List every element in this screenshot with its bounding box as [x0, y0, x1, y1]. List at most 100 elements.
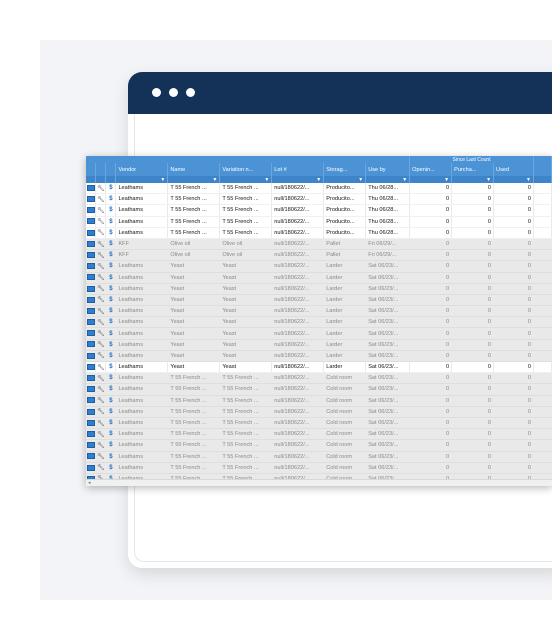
wrench-icon[interactable]: 🔧︎	[97, 353, 105, 359]
record-icon[interactable]	[86, 341, 95, 348]
dollar-icon[interactable]: $	[109, 308, 112, 314]
wrench-icon[interactable]: 🔧︎	[97, 197, 105, 203]
dollar-icon[interactable]: $	[109, 297, 112, 303]
dollar-icon[interactable]: $	[109, 364, 112, 370]
record-icon[interactable]	[86, 184, 95, 191]
filter-icon[interactable]: ▼	[271, 176, 325, 183]
edit-cell[interactable]: 🔧︎	[95, 428, 107, 441]
wrench-icon[interactable]: 🔧︎	[97, 465, 105, 471]
edit-cell[interactable]: 🔧︎	[95, 383, 107, 396]
table-row[interactable]: 🔧︎$LeathamsT 55 French ...T 55 French ..…	[86, 383, 552, 396]
dollar-icon[interactable]: $	[109, 331, 112, 337]
price-cell[interactable]: $	[105, 350, 117, 363]
edit-cell[interactable]: 🔧︎	[95, 183, 107, 195]
record-icon[interactable]	[86, 375, 95, 382]
record-icon[interactable]	[86, 240, 95, 247]
dollar-icon[interactable]: $	[109, 342, 112, 348]
price-cell[interactable]: $	[105, 372, 117, 385]
edit-cell[interactable]: 🔧︎	[95, 260, 107, 273]
wrench-icon[interactable]: 🔧︎	[97, 186, 105, 192]
horizontal-scrollbar[interactable]: ◂	[86, 479, 552, 486]
record-cell[interactable]	[86, 249, 97, 262]
dollar-icon[interactable]: $	[109, 196, 112, 202]
wrench-icon[interactable]: 🔧︎	[97, 309, 105, 315]
price-cell[interactable]: $	[105, 406, 117, 418]
table-row[interactable]: 🔧︎ $ Leathams Yeast Yeast null/180622/... Lard…	[86, 305, 552, 318]
price-cell[interactable]: $	[105, 216, 117, 228]
dollar-icon[interactable]: $	[109, 252, 112, 258]
table-row[interactable]: 🔧︎ $ Leathams Yeast Yeast null/180622/... Lard…	[86, 339, 552, 351]
edit-cell[interactable]: 🔧︎	[95, 417, 107, 430]
dollar-icon[interactable]: $	[109, 286, 112, 292]
table-row[interactable]: 🔧︎ $ Leathams Yeast Yeast null/180622/... Lard…	[86, 260, 552, 273]
table-row[interactable]: 🔧︎ $ KFF Olive oil Olive oil null/180622/... P…	[86, 249, 552, 262]
filter-icon[interactable]: ▼	[115, 176, 169, 183]
record-icon[interactable]	[86, 430, 95, 437]
record-icon[interactable]	[86, 330, 95, 337]
edit-cell[interactable]: 🔧︎	[95, 462, 107, 474]
wrench-icon[interactable]: 🔧︎	[97, 264, 105, 270]
dollar-icon[interactable]: $	[109, 185, 112, 191]
price-cell[interactable]: $	[105, 305, 117, 318]
record-cell[interactable]	[86, 238, 97, 251]
table-row[interactable]: 🔧︎$LeathamsT 55 French ...T 55 French ..…	[86, 439, 552, 452]
table-row[interactable]: 🔧︎$LeathamsT 55 French ...T 55 French ..…	[86, 372, 552, 385]
edit-cell[interactable]: 🔧︎	[95, 316, 107, 329]
edit-cell[interactable]: 🔧︎	[95, 439, 107, 452]
table-row[interactable]: 🔧︎ $ Leathams Yeast Yeast null/180622/... Lard…	[86, 361, 552, 374]
record-icon[interactable]	[86, 229, 95, 236]
wrench-icon[interactable]: 🔧︎	[97, 387, 105, 393]
dollar-icon[interactable]: $	[109, 442, 112, 448]
table-row[interactable]: 🔧︎ $ Leathams Yeast Yeast null/180622/... Lard…	[86, 283, 552, 295]
edit-cell[interactable]: 🔧︎	[95, 451, 107, 463]
record-icon[interactable]	[86, 285, 95, 292]
wrench-icon[interactable]: 🔧︎	[97, 443, 105, 449]
wrench-icon[interactable]: 🔧︎	[97, 242, 105, 248]
price-cell[interactable]: $	[105, 294, 117, 307]
record-icon[interactable]	[86, 307, 95, 314]
record-icon[interactable]	[86, 319, 95, 326]
record-cell[interactable]	[86, 260, 97, 273]
wrench-icon[interactable]: 🔧︎	[97, 297, 105, 303]
price-cell[interactable]: $	[105, 204, 117, 217]
record-cell[interactable]	[86, 361, 97, 374]
table-row[interactable]: 🔧︎$LeathamsT 55 French ...T 55 French ..…	[86, 451, 552, 463]
edit-cell[interactable]: 🔧︎	[95, 227, 107, 239]
record-cell[interactable]	[86, 216, 97, 228]
col-header-storage[interactable]: Storag...	[323, 163, 367, 176]
edit-cell[interactable]: 🔧︎	[95, 216, 107, 228]
edit-cell[interactable]: 🔧︎	[95, 305, 107, 318]
record-cell[interactable]	[86, 193, 97, 206]
record-cell[interactable]	[86, 439, 97, 452]
col-header-opening[interactable]: Openin...	[409, 163, 453, 176]
col-header-vendor[interactable]: Vendor	[115, 163, 169, 176]
wrench-icon[interactable]: 🔧︎	[97, 331, 105, 337]
wrench-icon[interactable]: 🔧︎	[97, 409, 105, 415]
dollar-icon[interactable]: $	[109, 219, 112, 225]
record-cell[interactable]	[86, 428, 97, 441]
record-cell[interactable]	[86, 383, 97, 396]
record-icon[interactable]	[86, 274, 95, 281]
table-row[interactable]: 🔧︎ $ Leathams Yeast Yeast null/180622/... Lard…	[86, 272, 552, 284]
record-icon[interactable]	[86, 207, 95, 214]
price-cell[interactable]: $	[105, 428, 117, 441]
price-cell[interactable]: $	[105, 316, 117, 329]
record-cell[interactable]	[86, 451, 97, 463]
price-cell[interactable]: $	[105, 462, 117, 474]
edit-cell[interactable]: 🔧︎	[95, 350, 107, 363]
table-row[interactable]: 🔧︎ $ Leathams Yeast Yeast null/180622/... Lard…	[86, 316, 552, 329]
edit-cell[interactable]: 🔧︎	[95, 193, 107, 206]
filter-icon[interactable]: ▼	[323, 176, 367, 183]
edit-cell[interactable]: 🔧︎	[95, 249, 107, 262]
price-cell[interactable]: $	[105, 383, 117, 396]
price-cell[interactable]: $	[105, 417, 117, 430]
dollar-icon[interactable]: $	[109, 454, 112, 460]
price-cell[interactable]: $	[105, 395, 117, 407]
wrench-icon[interactable]: 🔧︎	[97, 208, 105, 214]
price-cell[interactable]: $	[105, 451, 117, 463]
record-cell[interactable]	[86, 395, 97, 407]
edit-cell[interactable]: 🔧︎	[95, 238, 107, 251]
record-cell[interactable]	[86, 350, 97, 363]
wrench-icon[interactable]: 🔧︎	[97, 432, 105, 438]
filter-icon[interactable]: ▼	[365, 176, 411, 183]
